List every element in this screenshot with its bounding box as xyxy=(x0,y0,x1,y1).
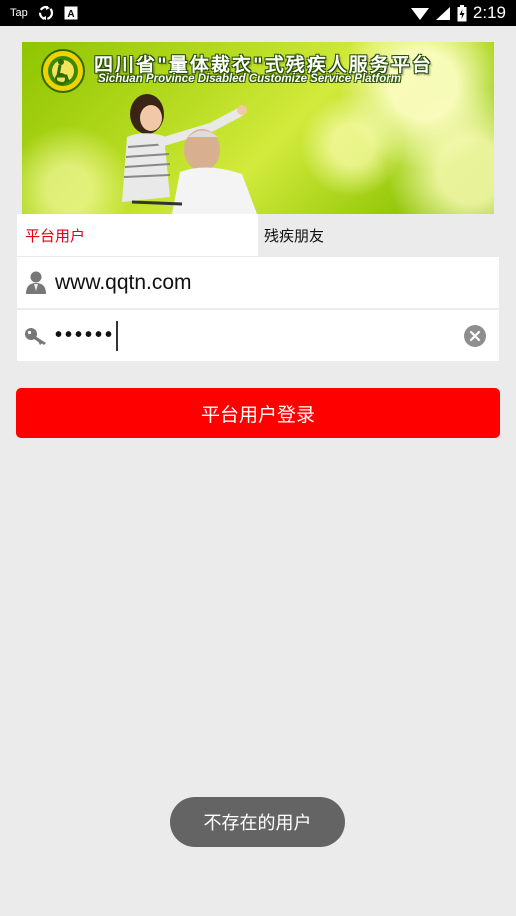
header-banner: 四川省"量体裁衣"式残疾人服务平台 Sichuan Province Disab… xyxy=(22,42,494,214)
key-icon xyxy=(17,310,55,361)
status-bar: Tap A 2:19 xyxy=(0,0,516,26)
status-app-label: Tap xyxy=(10,7,28,19)
password-field[interactable]: •••••• xyxy=(17,310,499,361)
tab-platform-user[interactable]: 平台用户 xyxy=(17,214,258,256)
status-bar-left: Tap A xyxy=(10,5,78,21)
sync-icon xyxy=(38,5,54,21)
toast-text: 不存在的用户 xyxy=(203,813,312,834)
login-button[interactable]: 平台用户登录 xyxy=(16,388,500,438)
toast-message: 不存在的用户 xyxy=(170,797,345,847)
clear-input-button[interactable] xyxy=(464,324,486,347)
battery-icon xyxy=(457,4,467,22)
tab-disabled-friends[interactable]: 残疾朋友 xyxy=(258,214,499,256)
wifi-icon xyxy=(410,6,429,21)
disability-federation-logo xyxy=(41,49,85,93)
tab-platform-user-label: 平台用户 xyxy=(25,226,86,245)
text-cursor xyxy=(116,320,119,351)
close-icon xyxy=(469,330,481,341)
password-mask: •••••• xyxy=(55,324,116,346)
password-input[interactable]: •••••• xyxy=(55,320,464,351)
status-time: 2:19 xyxy=(472,3,506,22)
svg-text:A: A xyxy=(67,9,74,20)
banner-subtitle: Sichuan Province Disabled Customize Serv… xyxy=(98,73,401,85)
username-field[interactable]: www.qqtn.com xyxy=(17,257,499,308)
tab-disabled-friends-label: 残疾朋友 xyxy=(264,226,325,245)
translate-a-icon: A xyxy=(64,6,78,20)
login-type-tabs: 平台用户 残疾朋友 xyxy=(17,214,499,256)
signal-icon xyxy=(435,6,451,21)
username-input[interactable]: www.qqtn.com xyxy=(55,271,499,295)
user-icon xyxy=(17,257,55,308)
status-bar-right: 2:19 xyxy=(410,3,506,23)
banner-photo xyxy=(122,94,257,214)
